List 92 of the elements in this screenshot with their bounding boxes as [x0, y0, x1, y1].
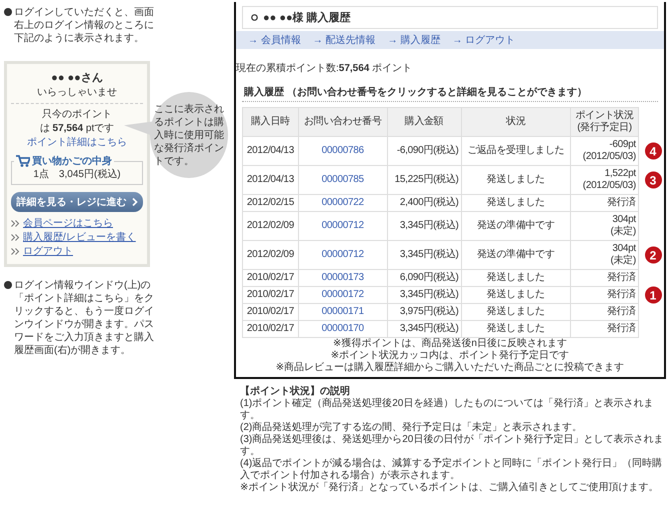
- double-chevron-icon: [11, 234, 20, 241]
- checkout-button[interactable]: 詳細を見る・レジに進む: [11, 192, 143, 212]
- double-chevron-icon: [11, 220, 20, 227]
- double-chevron-icon: [11, 248, 20, 255]
- account-link[interactable]: ログアウト: [23, 245, 73, 258]
- amount-cell: 3,345円(税込): [387, 212, 462, 240]
- column-header: 購入日時: [242, 108, 298, 136]
- date-cell: 2012/02/09: [242, 212, 298, 240]
- column-header: 購入金額: [387, 108, 462, 136]
- user-name: ●● ●●さん: [51, 71, 103, 85]
- section-title: 購入履歴 （お問い合わせ番号をクリックすると詳細を見ることができます）: [242, 86, 588, 99]
- amount-cell: 3,975円(税込): [387, 304, 462, 320]
- points-cell: 304pt (未定): [570, 212, 638, 240]
- amount-cell: 15,225円(税込): [387, 166, 462, 194]
- status-cell: 発送しました: [461, 286, 571, 304]
- amount-cell: 3,345円(税込): [387, 320, 462, 338]
- order-number-link[interactable]: 00000170: [298, 320, 388, 338]
- amount-cell: 3,345円(税込): [387, 286, 462, 304]
- cart-title: 買い物かごの中身: [32, 154, 112, 168]
- number-marker: 3: [644, 172, 662, 188]
- order-number-link[interactable]: 00000722: [298, 194, 388, 212]
- date-cell: 2010/02/17: [242, 286, 298, 304]
- date-cell: 2010/02/17: [242, 304, 298, 320]
- points-detail-link[interactable]: ポイント詳細はこちら: [27, 136, 127, 149]
- order-number-link[interactable]: 00000172: [298, 286, 388, 304]
- points-cell: 発行済: [570, 304, 638, 320]
- column-header: ポイント状況 (発行予定日): [570, 108, 638, 136]
- status-cell: 発送しました: [461, 320, 571, 338]
- note-text: ログイン情報ウインドウ(上)の「ポイント詳細はこちら」をクリックすると、もう一度ログインウインドウが開きます。パスワードをご入力頂きますと購入履歴画面(右)が開きます。: [14, 279, 155, 357]
- order-number-link[interactable]: 00000786: [298, 136, 388, 166]
- column-header: お問い合わせ番号: [298, 108, 388, 136]
- explanation-line: ※ポイント状況が「発行済」となっているポイントは、ご購入値引きとしてご使用頂けます。: [240, 482, 660, 494]
- date-cell: 2010/02/17: [242, 320, 298, 338]
- points-cell: 発行済: [570, 194, 638, 212]
- date-cell: 2012/04/13: [242, 136, 298, 166]
- callout-text: ここに表示されるポイントは購入時に使用可能な発行済ポイントです。: [154, 102, 224, 168]
- explanation-line: (2)商品発送処理が完了する迄の間、発行予定日は「未定」と表示されます。: [240, 422, 584, 434]
- amount-cell: 6,090円(税込): [387, 270, 462, 286]
- number-marker: 1: [644, 286, 662, 304]
- cart-icon: [16, 155, 30, 167]
- points-cell: -609pt (2012/05/03): [570, 136, 638, 166]
- explanation-line: (4)返品でポイントが減る場合は、減算する予定ポイントと同時に「ポイント発行日」（同時購入でポイント付加される場合）が表示されます。: [240, 458, 664, 482]
- points-value: は 57,564 ptです: [40, 122, 114, 135]
- status-cell: 発送しました: [461, 304, 571, 320]
- status-cell: 発送しました: [461, 166, 571, 194]
- account-link[interactable]: 購入履歴/レビューを書く: [23, 231, 136, 244]
- points-cell: 発行済: [570, 320, 638, 338]
- explanation-line: (1)ポイント確定（商品発送処理後20日を経過）したものについては「発行済」と表示されます。: [240, 398, 654, 422]
- greeting-text: いらっしゃいませ: [37, 86, 117, 99]
- explanation-title: 【ポイント状況】の説明: [240, 385, 351, 398]
- amount-cell: 3,345円(税込): [387, 240, 462, 270]
- points-cell: 304pt (未定): [570, 240, 638, 270]
- points-cell: 発行済: [570, 286, 638, 304]
- page-title: ●● ●●様 購入履歴: [263, 10, 351, 25]
- points-summary: 現在の累積ポイント数:57,564 ポイント: [236, 62, 414, 75]
- date-cell: 2010/02/17: [242, 270, 298, 286]
- bullet-icon: [4, 281, 12, 289]
- account-link[interactable]: 会員ページはこちら: [23, 217, 113, 230]
- status-cell: 発送の準備中です: [461, 240, 571, 270]
- status-cell: 発送しました: [461, 270, 571, 286]
- number-marker: 2: [644, 246, 662, 264]
- column-header: 状況: [461, 108, 571, 136]
- nav-link[interactable]: → ログアウト: [452, 33, 516, 47]
- order-number-link[interactable]: 00000171: [298, 304, 388, 320]
- order-number-link[interactable]: 00000173: [298, 270, 388, 286]
- status-cell: ご返品を受理しました: [461, 136, 571, 166]
- chevron-icon: [132, 198, 138, 206]
- amount-cell: -6,090円(税込): [387, 136, 462, 166]
- nav-link[interactable]: → 配送先情報: [312, 33, 376, 47]
- points-cell: 発行済: [570, 270, 638, 286]
- circle-icon: [251, 14, 258, 21]
- points-label: 只今のポイント: [42, 108, 112, 121]
- points-cell: 1,522pt (2012/05/03): [570, 166, 638, 194]
- nav-link[interactable]: → 会員情報: [248, 33, 301, 47]
- footnote: ※ポイント状況カッコ内は、ポイント発行予定日です: [330, 350, 570, 362]
- order-number-link[interactable]: 00000785: [298, 166, 388, 194]
- footnote: ※商品レビューは購入履歴詳細からご購入いただいた商品ごとに投稿できます: [274, 362, 626, 374]
- nav-link[interactable]: → 購入履歴: [388, 33, 440, 47]
- order-number-link[interactable]: 00000712: [298, 240, 388, 270]
- amount-cell: 2,400円(税込): [387, 194, 462, 212]
- footnote: ※獲得ポイントは、商品発送後n日後に反映されます: [332, 338, 568, 350]
- cart-summary: 1点 3,045円(税込): [33, 168, 121, 181]
- date-cell: 2012/02/15: [242, 194, 298, 212]
- intro-text: ログインしていただくと、画面右上のログイン情報のところに下記のように表示されます。: [14, 6, 155, 45]
- order-number-link[interactable]: 00000712: [298, 212, 388, 240]
- date-cell: 2012/04/13: [242, 166, 298, 194]
- status-cell: 発送しました: [461, 194, 571, 212]
- explanation-line: (3)商品発送処理後は、発送処理から20日後の日付が「ポイント発行予定日」として表示されます。: [240, 434, 664, 458]
- number-marker: 4: [644, 142, 662, 160]
- date-cell: 2012/02/09: [242, 240, 298, 270]
- bullet-icon: [4, 8, 12, 16]
- status-cell: 発送の準備中です: [461, 212, 571, 240]
